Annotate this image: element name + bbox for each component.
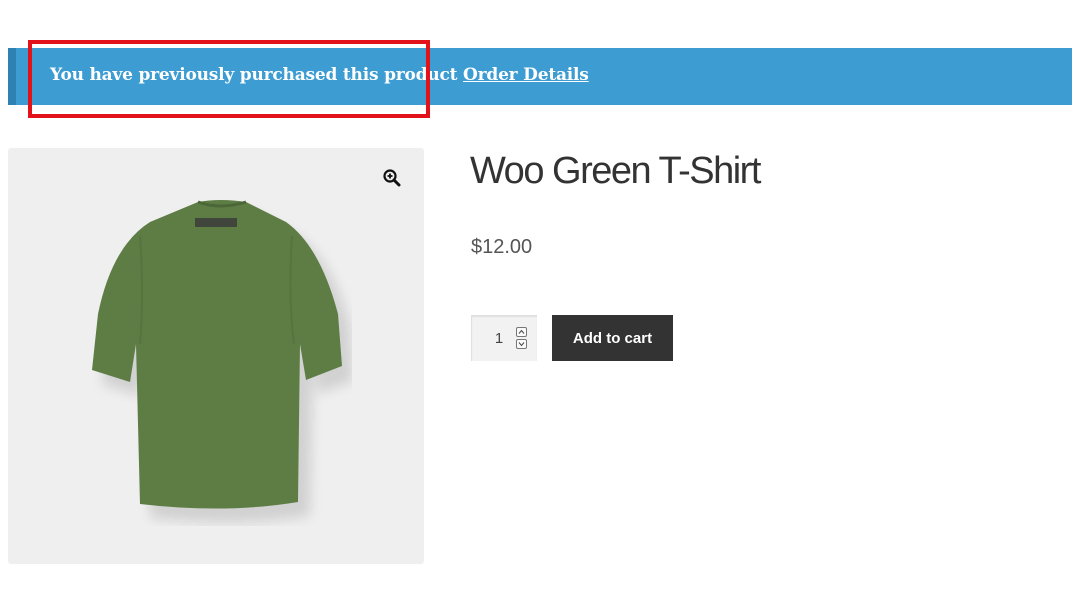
product-price: $12.00 bbox=[471, 236, 533, 258]
purchase-notice-text: You have previously purchased this produ… bbox=[50, 65, 589, 85]
add-to-cart-button[interactable]: Add to cart bbox=[552, 315, 673, 361]
product-image-tshirt bbox=[92, 200, 352, 523]
quantity-stepper[interactable]: 1 bbox=[471, 315, 537, 361]
quantity-decrement-button[interactable] bbox=[516, 339, 527, 349]
order-details-link[interactable]: Order Details bbox=[463, 65, 589, 85]
quantity-increment-button[interactable] bbox=[516, 327, 527, 337]
purchase-notice-message: You have previously purchased this produ… bbox=[50, 65, 458, 85]
product-title: Woo Green T-Shirt bbox=[470, 150, 761, 192]
quantity-value[interactable]: 1 bbox=[492, 330, 506, 347]
purchase-notice-banner: You have previously purchased this produ… bbox=[8, 48, 1072, 105]
zoom-in-icon[interactable] bbox=[382, 168, 402, 188]
product-image-gallery[interactable] bbox=[8, 148, 424, 564]
